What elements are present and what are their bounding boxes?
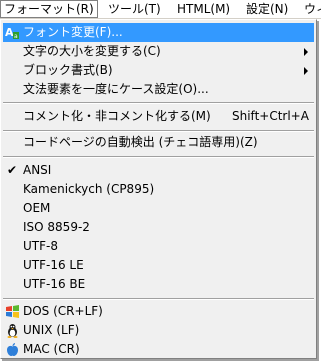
menu-item-line-ending-unix[interactable]: UNIX (LF) xyxy=(3,321,314,340)
menu-item-line-ending-mac[interactable]: MAC (CR) xyxy=(3,340,314,359)
menu-item-encoding-utf-16-le[interactable]: UTF-16 LE xyxy=(3,256,314,275)
menu-item-label: フォント変更(F)... xyxy=(23,25,123,39)
svg-text:a: a xyxy=(14,33,18,40)
menu-format[interactable]: フォーマット(R) xyxy=(0,0,98,18)
menu-item-encoding-ansi[interactable]: ✔ ANSI xyxy=(3,161,314,180)
menu-item-encoding-kamenickych[interactable]: Kamenickych (CP895) xyxy=(3,180,314,199)
menu-item-label: MAC (CR) xyxy=(23,342,80,356)
menu-item-label: UNIX (LF) xyxy=(23,323,80,337)
menu-item-case-change[interactable]: 文字の大小を変更する(C) xyxy=(3,42,314,61)
menu-item-label: UTF-8 xyxy=(23,239,58,253)
windows-logo-icon xyxy=(6,305,19,318)
submenu-arrow-icon xyxy=(304,48,308,56)
menu-separator xyxy=(3,156,314,158)
submenu-arrow-icon xyxy=(304,67,308,75)
menu-item-encoding-utf-8[interactable]: UTF-8 xyxy=(3,237,314,256)
menu-tools[interactable]: ツール(T) xyxy=(104,0,165,18)
checkmark-icon: ✔ xyxy=(7,163,18,177)
menu-item-label: DOS (CR+LF) xyxy=(23,304,103,318)
apple-logo-icon xyxy=(7,343,18,356)
menu-item-label: ブロック書式(B) xyxy=(23,63,113,77)
svg-text:A: A xyxy=(5,26,14,39)
menu-item-label: 文字の大小を変更する(C) xyxy=(23,44,161,58)
menubar: フォーマット(R) ツール(T) HTML(M) 設定(N) ウィ xyxy=(0,0,321,19)
menu-item-label: OEM xyxy=(23,201,51,215)
menu-separator xyxy=(3,130,314,132)
menu-item-encoding-iso-8859-2[interactable]: ISO 8859-2 xyxy=(3,218,314,237)
menu-item-label: コメント化・非コメント化する(M) xyxy=(23,109,211,123)
menu-item-label: Kamenickych (CP895) xyxy=(23,182,155,196)
menu-separator xyxy=(3,102,314,104)
menu-item-codepage-detect[interactable]: コードページの自動検出 (チェコ語専用)(Z) xyxy=(3,133,314,152)
menu-item-label: ISO 8859-2 xyxy=(23,220,90,234)
linux-penguin-icon xyxy=(7,324,18,338)
menu-item-label: 文法要素を一度にケース設定(O)... xyxy=(23,82,209,96)
format-dropdown-menu: A a フォント変更(F)... 文字の大小を変更する(C) ブロック書式(B)… xyxy=(0,19,317,359)
menu-item-grammar-case[interactable]: 文法要素を一度にケース設定(O)... xyxy=(3,80,314,99)
menu-item-shortcut: Shift+Ctrl+A xyxy=(232,109,309,123)
menu-item-label: UTF-16 BE xyxy=(23,277,86,291)
menu-item-encoding-utf-16-be[interactable]: UTF-16 BE xyxy=(3,275,314,294)
menu-window[interactable]: ウィ xyxy=(300,0,321,18)
menu-item-label: ANSI xyxy=(23,163,52,177)
menu-settings[interactable]: 設定(N) xyxy=(242,0,292,18)
menu-item-comment-toggle[interactable]: コメント化・非コメント化する(M) Shift+Ctrl+A xyxy=(3,107,314,126)
menu-item-line-ending-dos[interactable]: DOS (CR+LF) xyxy=(3,302,314,321)
menu-item-label: コードページの自動検出 (チェコ語専用)(Z) xyxy=(23,135,258,149)
menu-item-block-format[interactable]: ブロック書式(B) xyxy=(3,61,314,80)
menu-html[interactable]: HTML(M) xyxy=(173,0,234,18)
font-icon: A a xyxy=(5,26,19,40)
menu-item-encoding-oem[interactable]: OEM xyxy=(3,199,314,218)
menu-item-font-change[interactable]: A a フォント変更(F)... xyxy=(3,23,314,42)
menu-separator xyxy=(3,298,314,300)
menu-item-label: UTF-16 LE xyxy=(23,258,84,272)
